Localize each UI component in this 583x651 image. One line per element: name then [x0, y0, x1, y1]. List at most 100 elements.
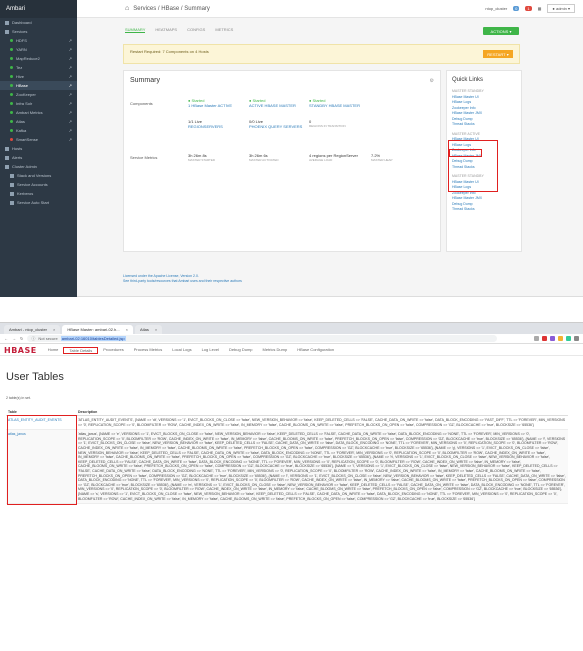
restart-text: Restart Required: 7 Components on 4 Host…	[130, 49, 209, 54]
reload-icon[interactable]: ↻	[20, 336, 23, 341]
quick-link[interactable]: HBase Master JMX	[452, 196, 484, 202]
url-text[interactable]: ambari-02:16010/tablesDetailed.jsp	[60, 336, 126, 341]
close-icon[interactable]: ×	[53, 327, 55, 332]
sidebar-item[interactable]: SmartSense ↗	[0, 135, 77, 144]
actions-button[interactable]: ACTIONS ▾	[483, 27, 519, 35]
close-icon[interactable]: ×	[155, 327, 157, 332]
grid-icon[interactable]: ▦	[538, 6, 542, 11]
hbase-nav-link[interactable]: Metrics Dump	[258, 347, 293, 354]
browser-tab-active[interactable]: HBase Master: ambari-02.h... ×	[62, 325, 133, 334]
sidebar-item-label: Service Auto Start	[17, 200, 50, 205]
hbase-nav-link[interactable]: Home	[43, 347, 64, 354]
security-label: Not secure	[38, 336, 58, 341]
alerts-badge[interactable]: 1	[525, 6, 532, 11]
link-icon[interactable]: ↗	[69, 137, 72, 142]
hbase-nav-link[interactable]: Log Level	[197, 347, 224, 354]
quick-link[interactable]: HBase Master JMX	[452, 111, 484, 117]
component-link[interactable]: 1 HBase Master ACTIVE	[188, 103, 232, 108]
ops-badge[interactable]: 0	[513, 6, 520, 11]
hbase-nav-link[interactable]: Local Logs	[167, 347, 196, 354]
tab-summary[interactable]: SUMMARY	[125, 27, 146, 33]
alerts-icon	[5, 155, 9, 160]
sidebar-item[interactable]: Service Accounts	[0, 180, 77, 189]
component-link[interactable]: STANDBY HBASE MASTER	[309, 103, 360, 108]
ambari-sidebar: Ambari Dashboard Services HDFS ↗ YARN ↗ MapRed…	[0, 0, 77, 297]
home-icon[interactable]: ⌂	[125, 5, 129, 12]
link-icon[interactable]: ↗	[69, 119, 72, 124]
extension-icon[interactable]	[550, 336, 555, 341]
ambari-screenshot: Ambari Dashboard Services HDFS ↗ YARN ↗ MapRed…	[0, 0, 583, 297]
link-icon[interactable]: ↗	[69, 56, 72, 61]
components-label: Components	[130, 101, 153, 106]
close-icon[interactable]: ×	[126, 327, 128, 332]
link-icon[interactable]: ↗	[69, 101, 72, 106]
sidebar-item-label: Ambari Metrics	[16, 110, 43, 115]
metric: 4 regions per RegionServer AVERAGE LOAD	[309, 153, 364, 163]
sidebar-item-label: Dashboard	[12, 20, 32, 25]
extension-icon[interactable]	[558, 336, 563, 341]
sidebar-item[interactable]: Ambari Metrics ↗	[0, 108, 77, 117]
sidebar-item[interactable]: ZooKeeper ↗	[0, 90, 77, 99]
hosts-icon	[5, 146, 9, 151]
link-icon[interactable]: ↗	[69, 110, 72, 115]
tab-heatmaps[interactable]: HEATMAPS	[155, 27, 177, 33]
sidebar-item[interactable]: Tez ↗	[0, 63, 77, 72]
tab-configs[interactable]: CONFIGS	[187, 27, 205, 33]
status-dot-icon	[10, 93, 13, 96]
link-icon[interactable]: ↗	[69, 83, 72, 88]
sidebar-item[interactable]: Alerts	[0, 153, 77, 162]
sidebar-item[interactable]: MapReduce2 ↗	[0, 54, 77, 63]
user-menu-button[interactable]: ● admin ▾	[547, 4, 575, 13]
sidebar-item[interactable]: Stack and Versions	[0, 171, 77, 180]
sidebar-item[interactable]: Hosts	[0, 144, 77, 153]
component-link[interactable]: ACTIVE HBASE MASTER	[249, 103, 296, 108]
restart-button[interactable]: RESTART ▾	[483, 50, 513, 58]
live-link[interactable]: PHOENIX QUERY SERVERS	[249, 124, 302, 129]
sidebar-item[interactable]: Service Auto Start	[0, 198, 77, 207]
hbase-logo[interactable]: HBASE	[4, 346, 37, 355]
sidebar-item[interactable]: Infra Solr ↗	[0, 99, 77, 108]
service-tabs: SUMMARY HEATMAPS CONFIGS METRICS	[125, 27, 233, 33]
back-icon[interactable]: ←	[4, 336, 8, 341]
star-icon[interactable]	[534, 336, 539, 341]
menu-icon[interactable]	[574, 336, 579, 341]
sidebar-item[interactable]: HBase ↗	[0, 81, 77, 90]
live-link[interactable]: REGIONSERVERS	[188, 124, 223, 129]
sidebar-item[interactable]: Cluster Admin	[0, 162, 77, 171]
metric: 3h 26m 8s MASTER STARTED	[188, 153, 215, 163]
link-icon[interactable]: ↗	[69, 74, 72, 79]
sidebar-item[interactable]: Dashboard	[0, 18, 77, 27]
hbase-nav-link[interactable]: Process Metrics	[129, 347, 167, 354]
link-icon[interactable]: ↗	[69, 38, 72, 43]
link-icon[interactable]: ↗	[69, 128, 72, 133]
extension-icon[interactable]	[566, 336, 571, 341]
third-party-link[interactable]: See third-party tools/resources that Amb…	[123, 279, 242, 284]
breadcrumb[interactable]: Services / HBase / Summary	[133, 6, 210, 12]
hbase-nav-link[interactable]: HBase Configuration	[292, 347, 339, 354]
sidebar-item[interactable]: Atlas ↗	[0, 117, 77, 126]
extension-icon[interactable]	[542, 336, 547, 341]
table-row: atlas_janus 'atlas_janus', {NAME => 'e',…	[6, 429, 568, 505]
sidebar-item[interactable]: Kerberos	[0, 189, 77, 198]
sidebar-item[interactable]: Hive ↗	[0, 72, 77, 81]
browser-tab[interactable]: Atlas ×	[134, 325, 163, 334]
forward-icon[interactable]: →	[12, 336, 16, 341]
restart-label: RESTART	[487, 51, 506, 57]
link-icon[interactable]: ↗	[69, 47, 72, 52]
link-icon[interactable]: ↗	[69, 65, 72, 70]
browser-tab[interactable]: Ambari - ntop_cluster ×	[4, 325, 61, 334]
sidebar-item[interactable]: HDFS ↗	[0, 36, 77, 45]
hbase-nav-link[interactable]: Procedures	[98, 347, 128, 354]
tab-metrics[interactable]: METRICS	[215, 27, 233, 33]
sidebar-item[interactable]: Services	[0, 27, 77, 36]
hbase-nav-link[interactable]: Debug Dump	[224, 347, 258, 354]
sidebar-item[interactable]: Kafka ↗	[0, 126, 77, 135]
user-icon: ●	[552, 6, 555, 11]
hbase-nav-link[interactable]: Table Details	[63, 346, 99, 354]
settings-icon[interactable]: ⚙	[430, 78, 434, 84]
url-field[interactable]: ⓘ Not secure ambari-02:16010/tablesDetai…	[27, 335, 498, 342]
link-icon[interactable]: ↗	[69, 92, 72, 97]
live-stat: 0/0 Live PHOENIX QUERY SERVERS	[249, 119, 302, 129]
sidebar-item[interactable]: YARN ↗	[0, 45, 77, 54]
sidebar-item-label: Kerberos	[17, 191, 34, 196]
